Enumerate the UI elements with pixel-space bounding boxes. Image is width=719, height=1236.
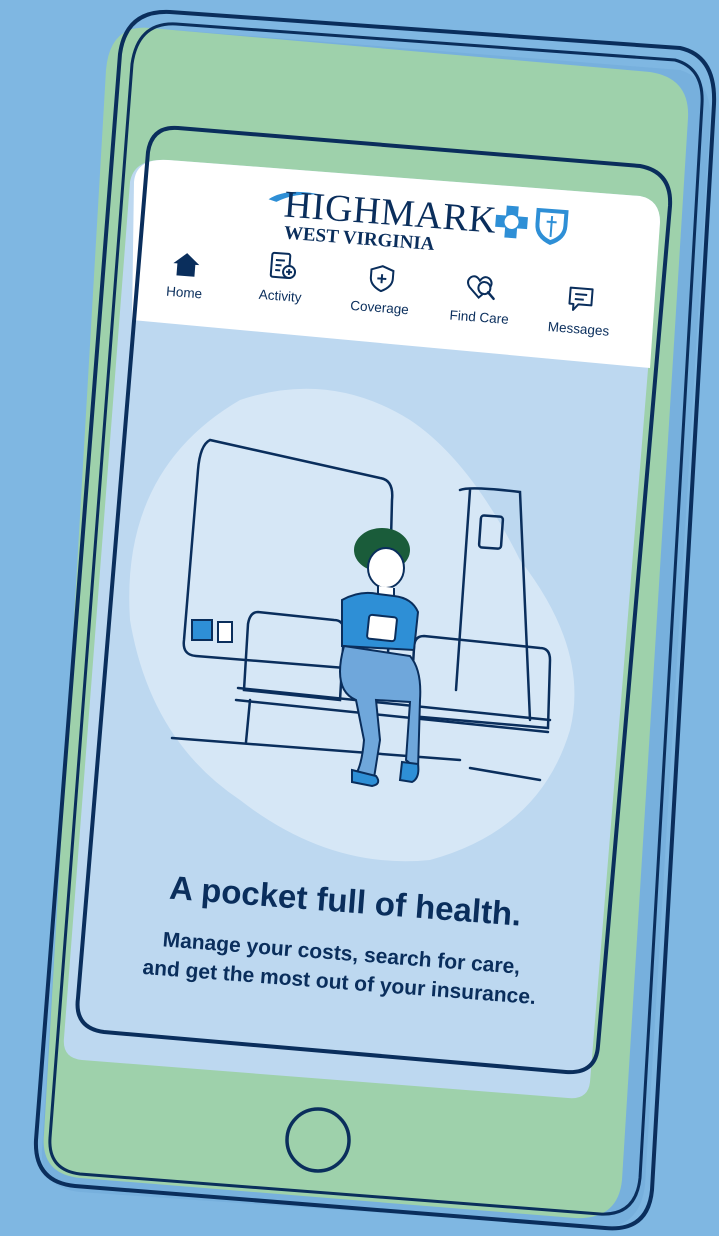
house-icon xyxy=(173,253,200,277)
blue-cross-blue-shield-icon xyxy=(495,205,569,245)
heart-search-icon xyxy=(467,275,495,301)
tab-messages[interactable]: Messages xyxy=(532,282,627,355)
tab-messages-label: Messages xyxy=(547,319,610,339)
tab-find-care[interactable]: Find Care xyxy=(433,270,528,343)
tab-find-care-label: Find Care xyxy=(449,307,510,327)
tab-activity-label: Activity xyxy=(258,286,303,306)
tab-home-label: Home xyxy=(165,283,203,302)
shield-plus-icon xyxy=(369,265,395,293)
phone-screen: HIGHMARK WEST VIRGINIA Home Activity Cov… xyxy=(81,150,654,1091)
message-bubble-icon xyxy=(568,286,594,311)
tab-activity[interactable]: Activity xyxy=(234,247,329,320)
tab-coverage-label: Coverage xyxy=(349,297,410,318)
clipboard-plus-icon xyxy=(269,251,297,280)
tab-coverage[interactable]: Coverage xyxy=(333,261,428,334)
tab-home[interactable]: Home xyxy=(137,248,232,321)
hero-subtext: Manage your costs, search for care, and … xyxy=(86,920,594,1017)
promo-stage: HIGHMARK WEST VIRGINIA Home Activity Cov… xyxy=(0,0,719,1236)
